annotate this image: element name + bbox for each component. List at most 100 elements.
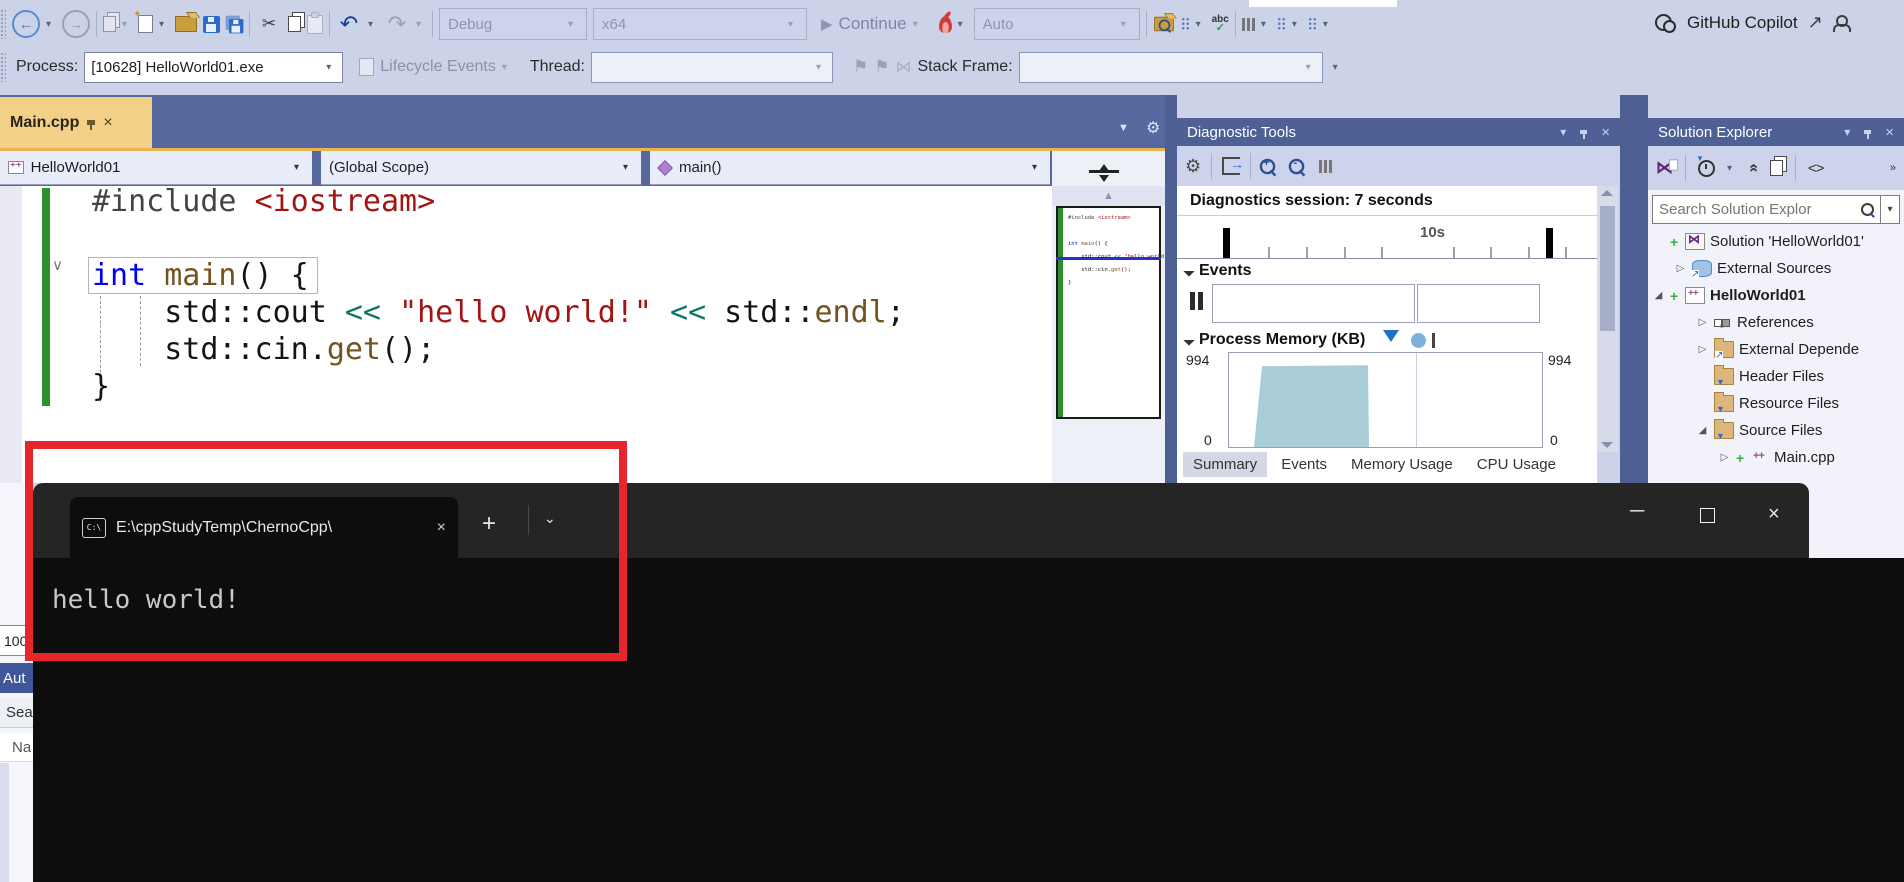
lifecycle-events-dropdown[interactable]: ▾ [502,62,512,73]
close-icon[interactable]: × [1601,124,1610,141]
tree-item-main-cpp[interactable]: ▷+Main.cpp [1648,444,1904,471]
suspend-icon[interactable]: ⋈ [896,57,912,77]
export-icon[interactable] [1222,157,1240,175]
nav-project-dropdown[interactable]: ⁺⁺ HelloWorld01▾ [0,151,312,185]
navigate-backward-history-icon[interactable] [1181,17,1190,31]
diagnostics-settings-gear-icon[interactable]: ⚙ [1185,156,1201,177]
zoom-out-icon[interactable]: - [1289,158,1305,174]
breakpoint-margin[interactable] [0,186,22,483]
scroll-thumb[interactable] [1600,206,1615,331]
solution-platforms-dropdown[interactable]: x64▾ [593,8,807,40]
pending-changes-filter-icon[interactable] [1698,160,1715,177]
timeline-ruler[interactable]: 10s [1177,215,1597,259]
flag-threads-icon[interactable]: ⚑ [874,57,889,77]
tree-item-references[interactable]: ▷References [1648,309,1904,336]
comment-dropdown[interactable]: ▾ [1323,19,1333,30]
undo-dropdown[interactable]: ▾ [368,19,378,30]
tree-expander-icon[interactable]: ▷ [1718,452,1731,463]
copy-icon[interactable] [288,16,301,32]
diagnostics-tab-events[interactable]: Events [1271,452,1337,477]
nav-scope-dropdown[interactable]: (Global Scope)▾ [321,151,641,185]
diagnostic-tools-titlebar[interactable]: Diagnostic Tools ▾ × [1177,118,1620,146]
format-dots-icon[interactable] [1277,17,1286,31]
close-tab-icon[interactable]: × [103,114,112,132]
feedback-icon[interactable] [1833,15,1851,31]
new-file-dropdown[interactable]: ▾ [159,19,169,30]
hot-reload-mode-dropdown[interactable]: Auto▾ [974,8,1140,40]
tree-item-source-files[interactable]: ◢Source Files [1648,417,1904,444]
panel-splitter[interactable] [1165,95,1177,483]
solution-search-box[interactable]: Search Solution Explor ▾ [1652,195,1900,224]
pin-icon[interactable] [87,120,95,125]
thread-combo[interactable]: ▾ [591,52,833,83]
window-switch-dropdown[interactable]: ▾ [122,19,132,30]
diagnostics-tab-memory-usage[interactable]: Memory Usage [1341,452,1463,477]
terminal-minimize-icon[interactable]: ─ [1630,500,1644,523]
tree-expander-icon[interactable]: ◢ [1696,425,1709,436]
navigate-back-dropdown[interactable]: ▾ [46,19,56,30]
spell-check-icon[interactable]: abc✓ [1212,15,1229,33]
tree-item-helloworld01[interactable]: ◢+HelloWorld01 [1648,282,1904,309]
search-options-dropdown[interactable]: ▾ [1880,196,1899,223]
view-code-icon[interactable]: <> [1808,160,1824,177]
redo-icon[interactable]: ↷ [384,11,410,37]
navigate-forward-icon[interactable]: → [62,10,90,38]
history-dropdown[interactable]: ▾ [1196,19,1206,30]
paste-icon[interactable] [307,15,323,34]
search-icon[interactable] [1861,203,1874,216]
lifecycle-events-button[interactable]: Lifecycle Events [380,58,496,76]
toolbar-grip[interactable] [0,52,6,82]
close-icon[interactable]: × [1885,124,1894,141]
filter-triangle-icon[interactable] [1383,330,1399,350]
scroll-up-icon[interactable] [1601,190,1613,196]
tab-main-cpp[interactable]: Main.cpp × [0,97,152,148]
hot-reload-dropdown[interactable]: ▾ [958,19,968,30]
scroll-up-arrow-icon[interactable]: ▲ [1052,186,1165,206]
indent-dropdown[interactable]: ▾ [1261,19,1271,30]
terminal-close-icon[interactable]: × [1768,503,1780,526]
undo-icon[interactable]: ↶ [336,11,362,37]
split-editor-handle-icon[interactable] [1085,160,1125,182]
diagnostics-tab-summary[interactable]: Summary [1183,452,1267,477]
chart-options-icon[interactable] [1319,160,1332,173]
cut-icon[interactable]: ✂ [256,11,282,37]
autos-panel-tab[interactable]: Aut [0,663,36,693]
tree-item-external-depende[interactable]: ▷External Depende [1648,336,1904,363]
window-position-chevron-icon[interactable]: ▾ [1844,125,1850,139]
window-switch-icon[interactable] [103,16,116,32]
tree-item-resource-files[interactable]: Resource Files [1648,390,1904,417]
solution-configurations-dropdown[interactable]: Debug▾ [439,8,587,40]
diagnostics-tab-cpu-usage[interactable]: CPU Usage [1467,452,1566,477]
find-in-files-icon[interactable] [1154,17,1174,31]
fold-chevron-icon[interactable]: ∨ [52,256,63,274]
terminal-maximize-icon[interactable] [1700,508,1715,528]
indent-lines-icon[interactable] [1242,18,1255,31]
comment-dots-icon[interactable] [1308,17,1317,31]
scroll-down-icon[interactable] [1601,442,1613,448]
save-all-icon[interactable] [229,18,243,32]
share-icon[interactable]: ↗ [1808,12,1823,33]
memory-section-header[interactable]: Process Memory (KB) [1185,330,1435,350]
toolbar-overflow-icon[interactable]: » [1890,162,1896,174]
collapse-all-icon[interactable]: « [1744,164,1762,173]
navigate-back-icon[interactable]: ← [12,10,40,38]
lifecycle-events-icon[interactable] [359,58,374,76]
tree-expander-icon[interactable]: ▷ [1696,317,1709,328]
continue-dropdown[interactable]: ▾ [913,19,923,30]
flag-icon[interactable]: ⚑ [853,57,868,77]
save-icon[interactable] [203,16,220,33]
github-copilot-icon[interactable] [1655,14,1677,32]
document-list-chevron-icon[interactable]: ▼ [1118,122,1129,134]
new-file-icon[interactable] [138,15,153,33]
stack-frame-combo[interactable]: ▾ [1019,52,1323,83]
sync-with-active-document-icon[interactable] [1770,160,1783,176]
events-section-header[interactable]: Events [1185,262,1251,280]
tree-item-header-files[interactable]: Header Files [1648,363,1904,390]
snapshot-circle-icon[interactable] [1411,333,1426,348]
continue-button[interactable]: Continue [839,14,907,34]
tree-expander-icon[interactable]: ◢ [1652,290,1665,301]
zoom-in-icon[interactable]: + [1260,158,1276,174]
window-position-chevron-icon[interactable]: ▾ [1560,125,1566,139]
minimap-preview[interactable]: #include <iostream> int main() { std::co… [1056,206,1161,419]
tree-item-external-sources[interactable]: ▷External Sources [1648,255,1904,282]
